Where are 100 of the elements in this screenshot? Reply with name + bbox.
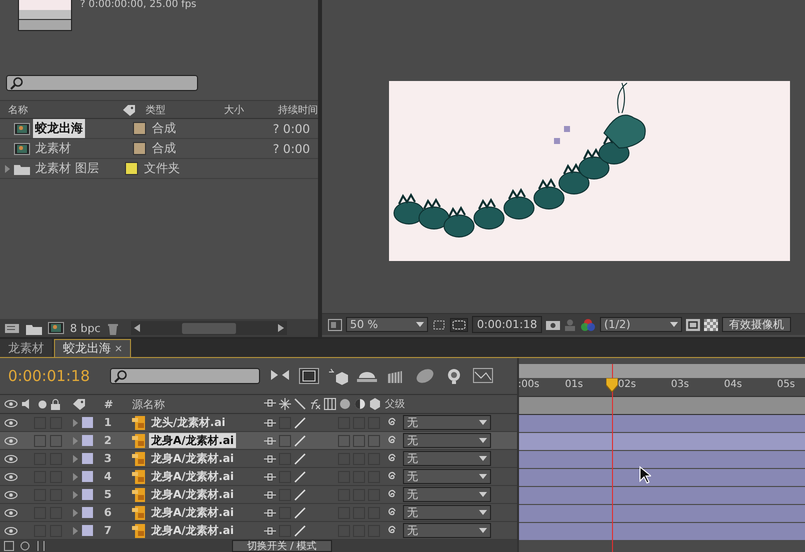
layer-number: 7 [104, 524, 112, 537]
parent-dropdown[interactable]: 无 [403, 415, 491, 430]
parent-dropdown[interactable]: 无 [403, 487, 491, 502]
eye-icon[interactable] [4, 508, 18, 518]
eye-icon[interactable] [4, 526, 18, 536]
parent-dropdown[interactable]: 无 [403, 433, 491, 448]
project-item-name[interactable]: 龙素材 [33, 139, 73, 158]
scroll-left-icon[interactable] [134, 324, 140, 332]
folder-icon [14, 162, 30, 175]
label-swatch [82, 435, 93, 446]
column-header[interactable]: 大小 [220, 104, 244, 116]
quality-slash-icon[interactable] [294, 434, 306, 446]
quality-slash-icon[interactable] [294, 488, 306, 500]
eye-icon[interactable] [4, 472, 18, 482]
search-field[interactable] [6, 75, 198, 91]
layer-name[interactable]: 龙身A/龙素材.ai [149, 469, 236, 484]
bit-depth[interactable]: 8 bpc [70, 322, 101, 334]
graph-editor-icon[interactable] [473, 368, 493, 384]
illustrator-file-icon [132, 488, 146, 502]
column-header: 父级 [385, 398, 405, 411]
column-header[interactable]: 持续时间 [274, 104, 318, 116]
dropdown-arrow-icon [479, 456, 487, 461]
composition-tab[interactable]: 龙素材 [0, 339, 52, 357]
column-header[interactable]: 类型 [141, 104, 166, 116]
resolution-dropdown[interactable]: (1/2) [600, 317, 682, 332]
layer-name[interactable]: 龙身A/龙素材.ai [149, 523, 236, 538]
person-icon[interactable] [564, 318, 576, 330]
item-type: 文件夹 [144, 161, 180, 175]
layer-number: 6 [104, 506, 112, 519]
switch-toggle[interactable] [353, 434, 365, 446]
column-header[interactable]: 名称 [4, 102, 28, 116]
layer-duration-bar[interactable] [519, 505, 805, 523]
parent-dropdown[interactable]: 无 [403, 523, 491, 538]
parent-dropdown[interactable]: 无 [403, 505, 491, 520]
layer-name[interactable]: 龙身A/龙素材.ai [149, 505, 236, 520]
eye-icon[interactable] [4, 490, 18, 500]
ruler-label: 04s [724, 379, 742, 390]
label-swatch [82, 453, 93, 464]
layer-name[interactable]: 龙身A/龙素材.ai [149, 433, 236, 448]
layer-duration-bar[interactable] [519, 415, 805, 433]
layer-duration-bar[interactable] [519, 469, 805, 487]
column-header[interactable]: 源名称 [132, 396, 165, 412]
label-swatch [82, 489, 93, 500]
expand-triangle-icon[interactable] [4, 164, 11, 174]
item-duration: ? 0:00 [272, 122, 310, 136]
layer-duration-bar[interactable] [519, 487, 805, 505]
layer-duration-bar[interactable] [519, 433, 805, 451]
mouse-pointer-icon [639, 466, 651, 484]
transparency-grid-icon[interactable] [704, 318, 718, 330]
camera-icon[interactable] [546, 319, 560, 330]
layer-number: 3 [104, 452, 112, 465]
dropdown-arrow-icon [416, 322, 424, 327]
eye-icon [4, 399, 18, 409]
composition-tab[interactable]: 蛟龙出海 [54, 339, 131, 357]
search-icon [114, 369, 128, 383]
layer-duration-bar[interactable] [519, 451, 805, 469]
composition-icon[interactable] [48, 322, 64, 334]
current-time[interactable]: 0:00:01:18 [8, 367, 100, 385]
quality-slash-icon[interactable] [294, 416, 306, 428]
eye-icon[interactable] [4, 436, 18, 446]
project-item-name[interactable]: 龙素材 图层 [33, 159, 101, 178]
dropdown-arrow-icon [479, 438, 487, 443]
dropdown-arrow-icon [479, 474, 487, 479]
layer-duration-bar[interactable] [519, 523, 805, 541]
project-item-name[interactable]: 蛟龙出海 [33, 119, 85, 138]
solo-toggle[interactable] [50, 434, 62, 446]
eye-icon[interactable] [4, 418, 18, 428]
dropdown-arrow-icon [479, 510, 487, 515]
layer-name[interactable]: 龙头/龙素材.ai [149, 415, 228, 430]
quality-slash-icon[interactable] [294, 524, 306, 536]
layer-name[interactable]: 龙身A/龙素材.ai [149, 451, 236, 466]
ruler-label: 05s [777, 379, 795, 390]
switch-toggle[interactable] [368, 434, 380, 446]
parent-dropdown[interactable]: 无 [403, 469, 491, 484]
close-icon[interactable] [115, 345, 122, 352]
eye-icon[interactable] [4, 454, 18, 464]
switch-toggle[interactable] [279, 434, 291, 446]
scroll-right-icon[interactable] [278, 324, 284, 332]
color-channels-icon[interactable] [580, 318, 596, 332]
search-field[interactable] [110, 368, 260, 384]
playhead-icon[interactable] [606, 378, 618, 392]
camera-dropdown[interactable]: 有效摄像机 [722, 317, 792, 332]
illustrator-file-icon [132, 506, 146, 520]
item-type: 合成 [152, 141, 176, 155]
scroll-thumb[interactable] [182, 322, 236, 334]
toggle-switches-modes-button[interactable]: 切换开关 / 模式 [232, 540, 332, 552]
quality-slash-icon[interactable] [294, 470, 306, 482]
lock-icon [51, 398, 60, 410]
audio-toggle[interactable] [34, 434, 46, 446]
quality-slash-icon[interactable] [294, 452, 306, 464]
time-field[interactable]: 0:00:01:18 [472, 316, 542, 333]
quality-slash-icon[interactable] [294, 506, 306, 518]
item-type: 合成 [152, 121, 176, 135]
zoom-dropdown[interactable]: 50 % [346, 317, 428, 332]
scrollbar[interactable] [130, 321, 287, 335]
sparkle-cube-icon[interactable] [328, 368, 348, 384]
switch-toggle[interactable] [338, 434, 350, 446]
layer-name[interactable]: 龙身A/龙素材.ai [149, 487, 236, 502]
parent-dropdown[interactable]: 无 [403, 451, 491, 466]
trash-icon[interactable] [106, 322, 119, 334]
